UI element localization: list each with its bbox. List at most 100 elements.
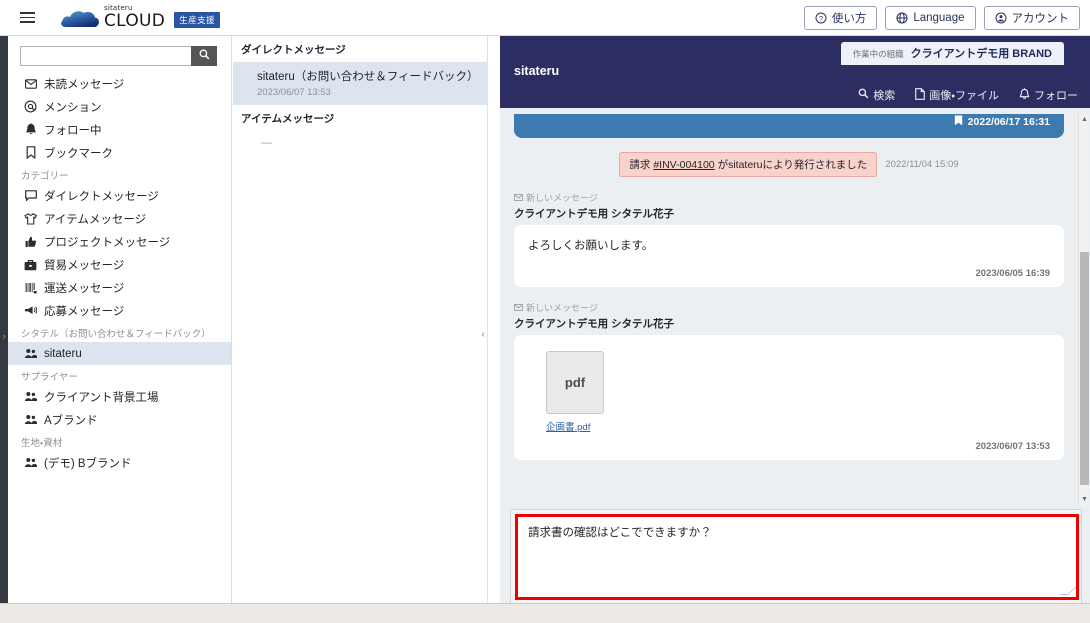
message-list: 2022/06/17 16:31 請求 #INV-004100 がsitater… — [506, 114, 1072, 461]
rail-expand-arrow[interactable]: › — [0, 326, 8, 346]
sidebar-group-header-supplier: サプライヤー — [21, 372, 78, 383]
message-timestamp: 2023/06/05 16:39 — [975, 268, 1050, 280]
active-organization-tab[interactable]: 作業中の組織 クライアントデモ用 BRAND — [840, 42, 1064, 65]
bell-icon — [24, 123, 37, 136]
account-button-label: アカウント — [1011, 12, 1070, 25]
sidebar-item-trade-message[interactable]: 貿易メッセージ — [8, 253, 231, 276]
sidebar-item-bookmark-label: ブックマーク — [44, 147, 113, 160]
people-icon — [24, 391, 37, 402]
page-footer — [0, 603, 1090, 623]
sidebar-group-header-materials: 生地・資材 — [21, 438, 63, 449]
invoice-link[interactable]: #INV-004100 — [653, 159, 714, 171]
sidebar-item-application-message-label: 応募メッセージ — [44, 305, 125, 318]
message-input[interactable] — [518, 517, 1076, 597]
message-input-highlight — [515, 514, 1079, 600]
logo-brand-main: CLOUD — [104, 11, 166, 32]
message-block-file: 新しいメッセージ クライアントデモ用 シタテル花子 pdf 企画書.pdf 20… — [514, 301, 1064, 461]
message-bubble[interactable]: よろしくお願いします。 2023/06/05 16:39 — [514, 225, 1064, 288]
conversation-list: ダイレクトメッセージ sitateru（お問い合わせ＆フィードバック） 2023… — [233, 36, 488, 603]
account-circle-icon — [995, 12, 1007, 24]
sidebar: 未読メッセージ メンション フォロー中 ブックマーク カテゴリー ダイレクトメッ… — [8, 36, 232, 603]
left-rail: › — [0, 36, 8, 603]
chat-panel: 作業中の組織 クライアントデモ用 BRAND sitateru 検索 画像・ファ… — [500, 36, 1090, 623]
sidebar-item-direct-message-label: ダイレクトメッセージ — [44, 190, 159, 203]
search-icon — [858, 88, 869, 102]
new-message-flag-label: 新しいメッセージ — [526, 193, 598, 203]
globe-icon — [896, 11, 908, 24]
scrollbar-thumb[interactable] — [1080, 252, 1089, 485]
message-timestamp: 2022/06/17 16:31 — [967, 116, 1050, 128]
sidebar-item-bookmark[interactable]: ブックマーク — [8, 141, 231, 164]
chat-header: 作業中の組織 クライアントデモ用 BRAND sitateru 検索 画像・ファ… — [500, 36, 1090, 108]
sidebar-item-item-message[interactable]: アイテムメッセージ — [8, 207, 231, 230]
invoice-issued-notification: 請求 #INV-004100 がsitateruにより発行されました — [619, 152, 878, 177]
sidebar-group-header-sitateru: シタテル（お問い合わせ＆フィードバック） — [21, 329, 211, 340]
sidebar-item-project-message[interactable]: プロジェクトメッセージ — [8, 230, 231, 253]
sidebar-item-trade-message-label: 貿易メッセージ — [44, 259, 125, 272]
scroll-up-arrow[interactable]: ▲ — [1079, 114, 1090, 126]
conversation-section-header-dm: ダイレクトメッセージ — [233, 36, 487, 62]
sidebar-item-following[interactable]: フォロー中 — [8, 118, 231, 141]
sidebar-item-direct-message[interactable]: ダイレクトメッセージ — [8, 184, 231, 207]
conversation-list-collapse-arrow[interactable]: ‹ — [478, 324, 488, 346]
chat-bubble-icon — [24, 190, 37, 201]
sidebar-item-mention[interactable]: メンション — [8, 95, 231, 118]
hamburger-icon[interactable] — [8, 0, 46, 36]
account-button[interactable]: アカウント — [983, 5, 1080, 30]
people-icon — [24, 414, 37, 425]
sidebar-item-sitateru-label: sitateru — [44, 347, 82, 360]
sidebar-category-header: カテゴリー — [21, 171, 69, 182]
briefcase-icon — [24, 259, 37, 271]
chat-follow-label: フォロー — [1034, 90, 1078, 102]
bell-follow-icon — [1019, 87, 1030, 103]
message-text: よろしくお願いします。 — [528, 240, 654, 252]
chat-files-label: 画像・ファイル — [929, 90, 999, 102]
sidebar-item-following-label: フォロー中 — [44, 124, 102, 137]
language-button[interactable]: Language — [885, 5, 976, 30]
search-input[interactable] — [20, 46, 191, 66]
sidebar-item-sitateru[interactable]: sitateru — [8, 342, 231, 365]
file-icon — [915, 87, 926, 103]
help-button[interactable]: ? 使い方 — [803, 5, 878, 30]
chat-search-button[interactable]: 検索 — [858, 87, 895, 103]
chat-follow-button[interactable]: フォロー — [1019, 87, 1078, 103]
attachment-file-name[interactable]: 企画書.pdf — [546, 419, 590, 433]
search-button[interactable] — [191, 46, 217, 66]
conversation-list-item[interactable]: sitateru（お問い合わせ＆フィードバック） 2023/06/07 13:5… — [233, 62, 487, 105]
language-button-label: Language — [913, 11, 965, 24]
sidebar-item-item-message-label: アイテムメッセージ — [44, 213, 147, 226]
bookmark-icon — [954, 115, 963, 129]
pdf-thumbnail[interactable]: pdf — [546, 351, 604, 415]
message-scrollbar[interactable]: ▲ ▼ — [1078, 114, 1089, 506]
thumbs-up-icon — [24, 236, 37, 248]
message-bubble-bookmarked[interactable]: 2022/06/17 16:31 — [514, 114, 1064, 138]
sidebar-item-b-brand[interactable]: (デモ) Bブランド — [8, 451, 231, 474]
sidebar-item-application-message[interactable]: 応募メッセージ — [8, 299, 231, 322]
sidebar-item-shipping-message[interactable]: 運送メッセージ — [8, 276, 231, 299]
sidebar-item-a-brand[interactable]: Aブランド — [8, 408, 231, 431]
app-logo[interactable]: sitateru CLOUD 生産支援 — [60, 5, 221, 32]
chat-files-button[interactable]: 画像・ファイル — [915, 87, 999, 103]
sidebar-item-mention-label: メンション — [44, 101, 102, 114]
sidebar-item-unread[interactable]: 未読メッセージ — [8, 72, 231, 95]
chat-title: sitateru — [514, 64, 560, 78]
message-timestamp: 2023/06/07 13:53 — [975, 441, 1050, 453]
sidebar-search-row — [8, 36, 231, 72]
scroll-down-arrow[interactable]: ▼ — [1079, 494, 1090, 506]
people-icon — [24, 457, 37, 468]
message-bubble[interactable]: pdf 企画書.pdf 2023/06/07 13:53 — [514, 335, 1064, 461]
message-block-text: 新しいメッセージ クライアントデモ用 シタテル花子 よろしくお願いします。 20… — [514, 191, 1064, 288]
svg-text:?: ? — [819, 14, 823, 23]
envelope-icon — [24, 78, 37, 89]
conversation-empty-placeholder: — — [261, 137, 272, 149]
question-circle-icon: ? — [815, 12, 827, 24]
sidebar-item-shipping-message-label: 運送メッセージ — [44, 282, 125, 295]
bookmark-icon — [24, 146, 37, 159]
barcode-icon — [24, 282, 37, 294]
new-message-flag: 新しいメッセージ — [514, 191, 1064, 204]
new-message-flag: 新しいメッセージ — [514, 301, 1064, 314]
invoice-notification-suffix: がsitateruにより発行されました — [714, 159, 868, 171]
sidebar-item-client-factory[interactable]: クライアント背景工場 — [8, 385, 231, 408]
conversation-section-header-item: アイテムメッセージ — [233, 105, 487, 131]
system-notification-row: 請求 #INV-004100 がsitateruにより発行されました 2022/… — [506, 152, 1072, 177]
